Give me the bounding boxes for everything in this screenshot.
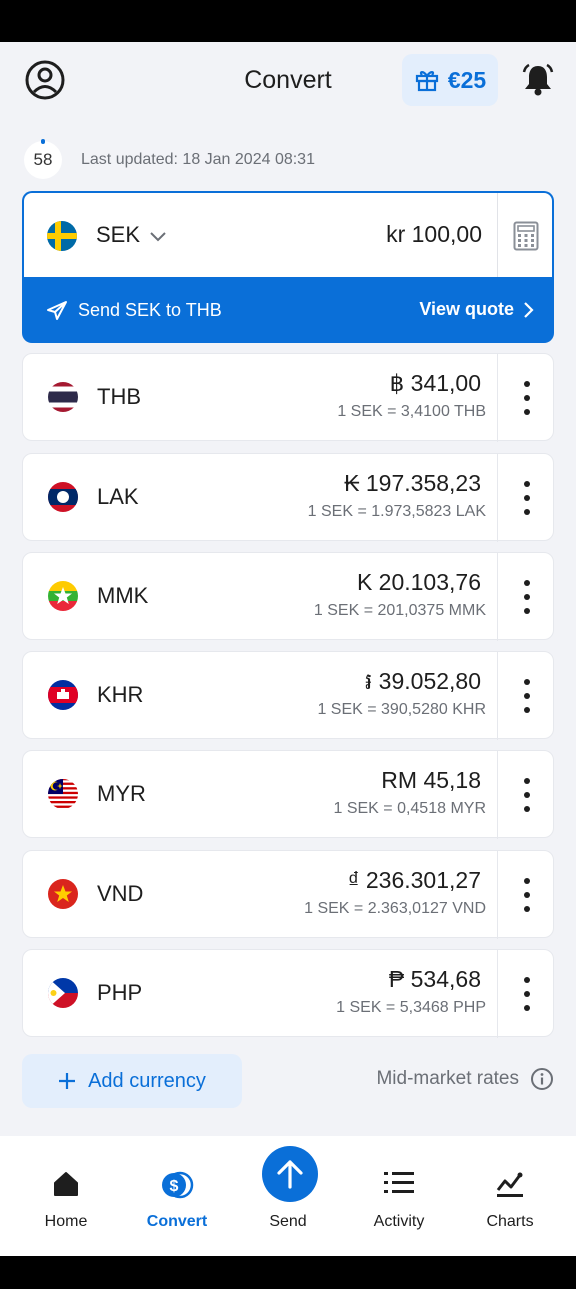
refresh-countdown[interactable]: 58: [24, 139, 62, 179]
view-quote-button[interactable]: View quote: [419, 299, 534, 320]
nav-label: Send: [269, 1213, 307, 1230]
exchange-rate: 1 SEK = 5,3468 PHP: [336, 999, 486, 1016]
divider: [497, 354, 498, 442]
divider: [497, 454, 498, 542]
divider: [497, 553, 498, 641]
list-icon: [384, 1172, 414, 1193]
converted-amount[interactable]: ฿ 341,00: [390, 370, 481, 397]
nav-label: Activity: [373, 1213, 425, 1230]
exchange-rate: 1 SEK = 201,0375 MMK: [313, 602, 486, 619]
promo-button[interactable]: €25: [402, 54, 498, 106]
flag-php-icon: [48, 978, 78, 1008]
bottom-nav: Home $ Convert Send Activity Charts: [0, 1136, 576, 1256]
more-options-icon[interactable]: [515, 379, 539, 417]
more-options-icon[interactable]: [515, 479, 539, 517]
convert-icon: $: [162, 1171, 194, 1199]
divider: [497, 950, 498, 1038]
add-currency-label: Add currency: [88, 1069, 206, 1092]
paper-plane-icon: [47, 301, 67, 320]
flag-myr-icon: [48, 779, 78, 809]
converted-amount[interactable]: ₫ 236.301,27: [348, 867, 481, 894]
currency-row-lak[interactable]: LAK ₭ 197.358,23 1 SEK = 1.973,5823 LAK: [22, 453, 554, 542]
nav-charts[interactable]: Charts: [454, 1136, 566, 1256]
base-amount-input[interactable]: kr 100,00: [386, 221, 482, 248]
nav-activity[interactable]: Activity: [343, 1136, 455, 1256]
more-options-icon[interactable]: [515, 776, 539, 814]
exchange-rate: 1 SEK = 390,5280 KHR: [317, 701, 486, 718]
more-options-icon[interactable]: [515, 677, 539, 715]
divider: [497, 652, 498, 740]
exchange-rate: 1 SEK = 3,4100 THB: [337, 403, 486, 420]
nav-send[interactable]: Send: [232, 1136, 344, 1256]
plus-icon: [59, 1073, 76, 1089]
flag-sek-icon: [47, 221, 77, 251]
info-icon: [531, 1068, 553, 1090]
currency-code: MMK: [97, 583, 149, 608]
currency-code: PHP: [97, 980, 143, 1005]
promo-amount: €25: [447, 66, 487, 93]
mid-market-label: Mid-market rates: [376, 1068, 519, 1089]
app-screen: Convert €25 58 Last updated: 18 Jan 2024…: [0, 42, 576, 1256]
chart-icon: [496, 1172, 523, 1197]
exchange-rate: 1 SEK = 2.363,0127 VND: [304, 900, 486, 917]
converted-amount[interactable]: ៛ 39.052,80: [365, 668, 481, 701]
countdown-value: 58: [33, 150, 53, 169]
currency-code: KHR: [97, 682, 144, 707]
nav-label: Home: [44, 1213, 88, 1230]
nav-home[interactable]: Home: [10, 1136, 122, 1256]
calculator-icon[interactable]: [513, 221, 539, 251]
nav-label: Convert: [146, 1213, 208, 1230]
send-link[interactable]: Send SEK to THB: [78, 300, 222, 321]
flag-lak-icon: [48, 482, 78, 512]
bell-icon[interactable]: [520, 62, 556, 98]
chevron-right-icon: [524, 301, 534, 318]
currency-row-php[interactable]: PHP ₱ 534,68 1 SEK = 5,3468 PHP: [22, 949, 554, 1038]
last-updated-text: Last updated: 18 Jan 2024 08:31: [81, 151, 315, 168]
converted-amount[interactable]: ₱ 534,68: [389, 966, 481, 993]
divider: [497, 193, 498, 277]
chevron-down-icon[interactable]: [148, 226, 168, 246]
base-currency-row[interactable]: SEK kr 100,00: [24, 193, 552, 277]
currency-row-mmk[interactable]: MMK K 20.103,76 1 SEK = 201,0375 MMK: [22, 552, 554, 641]
last-updated-bar: 58 Last updated: 18 Jan 2024 08:31: [24, 139, 315, 179]
currency-row-thb[interactable]: THB ฿ 341,00 1 SEK = 3,4100 THB: [22, 353, 554, 442]
more-options-icon[interactable]: [515, 876, 539, 914]
add-currency-button[interactable]: Add currency: [22, 1054, 242, 1108]
countdown-progress: [41, 139, 45, 144]
nav-convert[interactable]: $ Convert: [121, 1136, 233, 1256]
flag-thb-icon: [48, 382, 78, 412]
currency-row-vnd[interactable]: VND ₫ 236.301,27 1 SEK = 2.363,0127 VND: [22, 850, 554, 939]
flag-vnd-icon: [48, 879, 78, 909]
exchange-rate: 1 SEK = 1.973,5823 LAK: [307, 503, 486, 520]
converted-amount[interactable]: RM 45,18: [381, 767, 481, 794]
more-options-icon[interactable]: [515, 578, 539, 616]
mid-market-info[interactable]: Mid-market rates: [376, 1067, 554, 1091]
send-fab: [262, 1146, 318, 1202]
base-currency-code: SEK: [96, 222, 141, 247]
converted-amount[interactable]: ₭ 197.358,23: [344, 470, 481, 497]
divider: [497, 851, 498, 939]
exchange-rate: 1 SEK = 0,4518 MYR: [333, 800, 486, 817]
base-currency-card: SEK kr 100,00 Send SEK to THB View quote: [22, 191, 554, 343]
flag-mmk-icon: [48, 581, 78, 611]
header: Convert €25: [0, 42, 576, 118]
currency-code: MYR: [97, 781, 146, 806]
gift-icon: [415, 71, 438, 92]
divider: [497, 751, 498, 839]
home-icon: [54, 1172, 78, 1196]
more-options-icon[interactable]: [515, 975, 539, 1013]
currency-code: THB: [97, 384, 141, 409]
svg-text:$: $: [170, 1178, 179, 1195]
view-quote-label: View quote: [419, 299, 514, 319]
currency-code: LAK: [97, 484, 139, 509]
converted-amount[interactable]: K 20.103,76: [357, 569, 481, 596]
nav-label: Charts: [486, 1213, 534, 1230]
send-arrow-icon: [277, 1160, 303, 1189]
flag-khr-icon: [48, 680, 78, 710]
currency-row-khr[interactable]: KHR ៛ 39.052,80 1 SEK = 390,5280 KHR: [22, 651, 554, 740]
currency-code: VND: [97, 881, 144, 906]
currency-row-myr[interactable]: MYR RM 45,18 1 SEK = 0,4518 MYR: [22, 750, 554, 839]
